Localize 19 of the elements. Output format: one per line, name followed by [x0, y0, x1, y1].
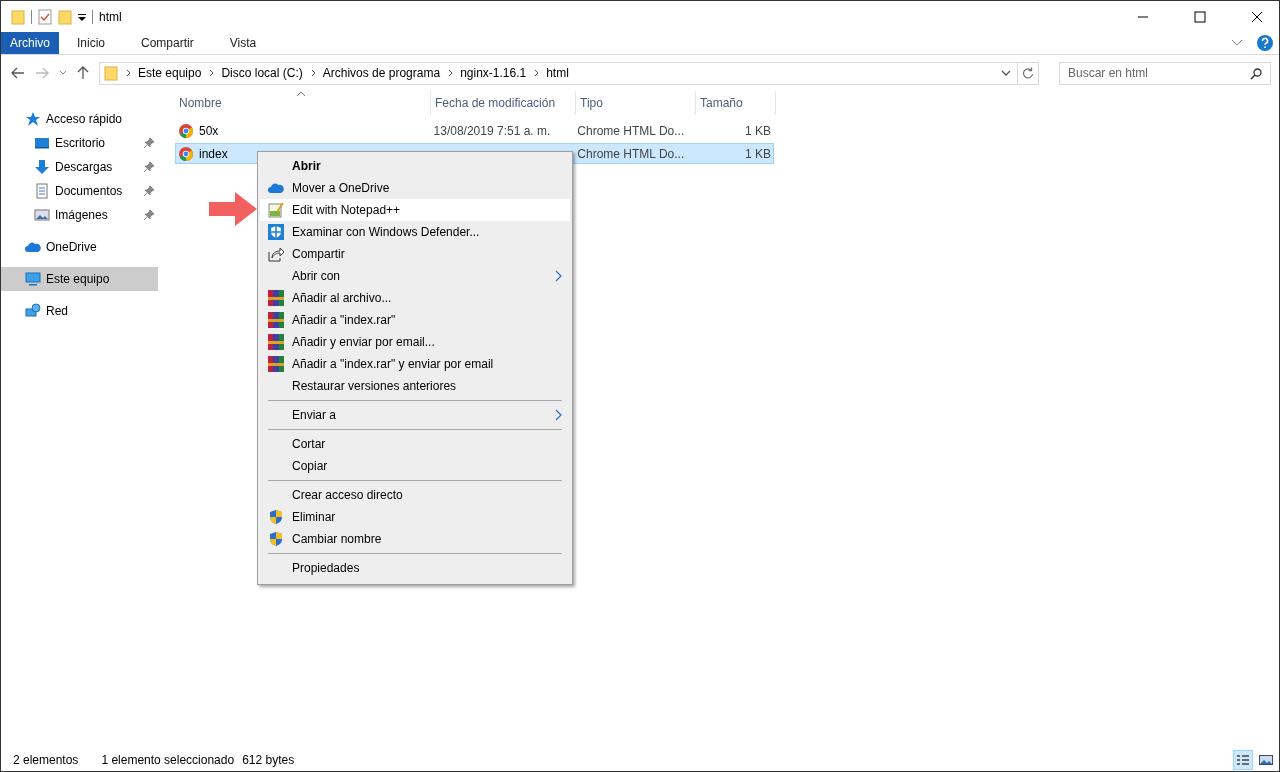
file-name: index	[199, 146, 228, 161]
status-text: 2 elementos	[13, 753, 79, 767]
nav-label: Red	[46, 304, 68, 318]
nav-label: Acceso rápido	[46, 112, 123, 126]
table-cell: Chrome HTML Do...	[577, 123, 685, 138]
table-cell: 1 KB	[745, 146, 771, 161]
window-title: html	[99, 9, 122, 24]
file-name: 50x	[199, 123, 219, 138]
status-text: 1 elemento seleccionado	[101, 753, 235, 767]
nav-label: OneDrive	[46, 240, 97, 254]
table-cell: Chrome HTML Do...	[577, 146, 685, 161]
table-cell: 1 KB	[745, 123, 771, 138]
table-cell: 13/08/2019 7:51 a. m.	[433, 123, 551, 138]
nav-label: Este equipo	[46, 272, 110, 286]
nav-label: Descargas	[55, 160, 113, 174]
status-text: 612 bytes	[242, 753, 295, 767]
nav-label: Documentos	[55, 184, 123, 198]
nav-label: Escritorio	[55, 136, 105, 150]
nav-label: Imágenes	[55, 208, 108, 222]
